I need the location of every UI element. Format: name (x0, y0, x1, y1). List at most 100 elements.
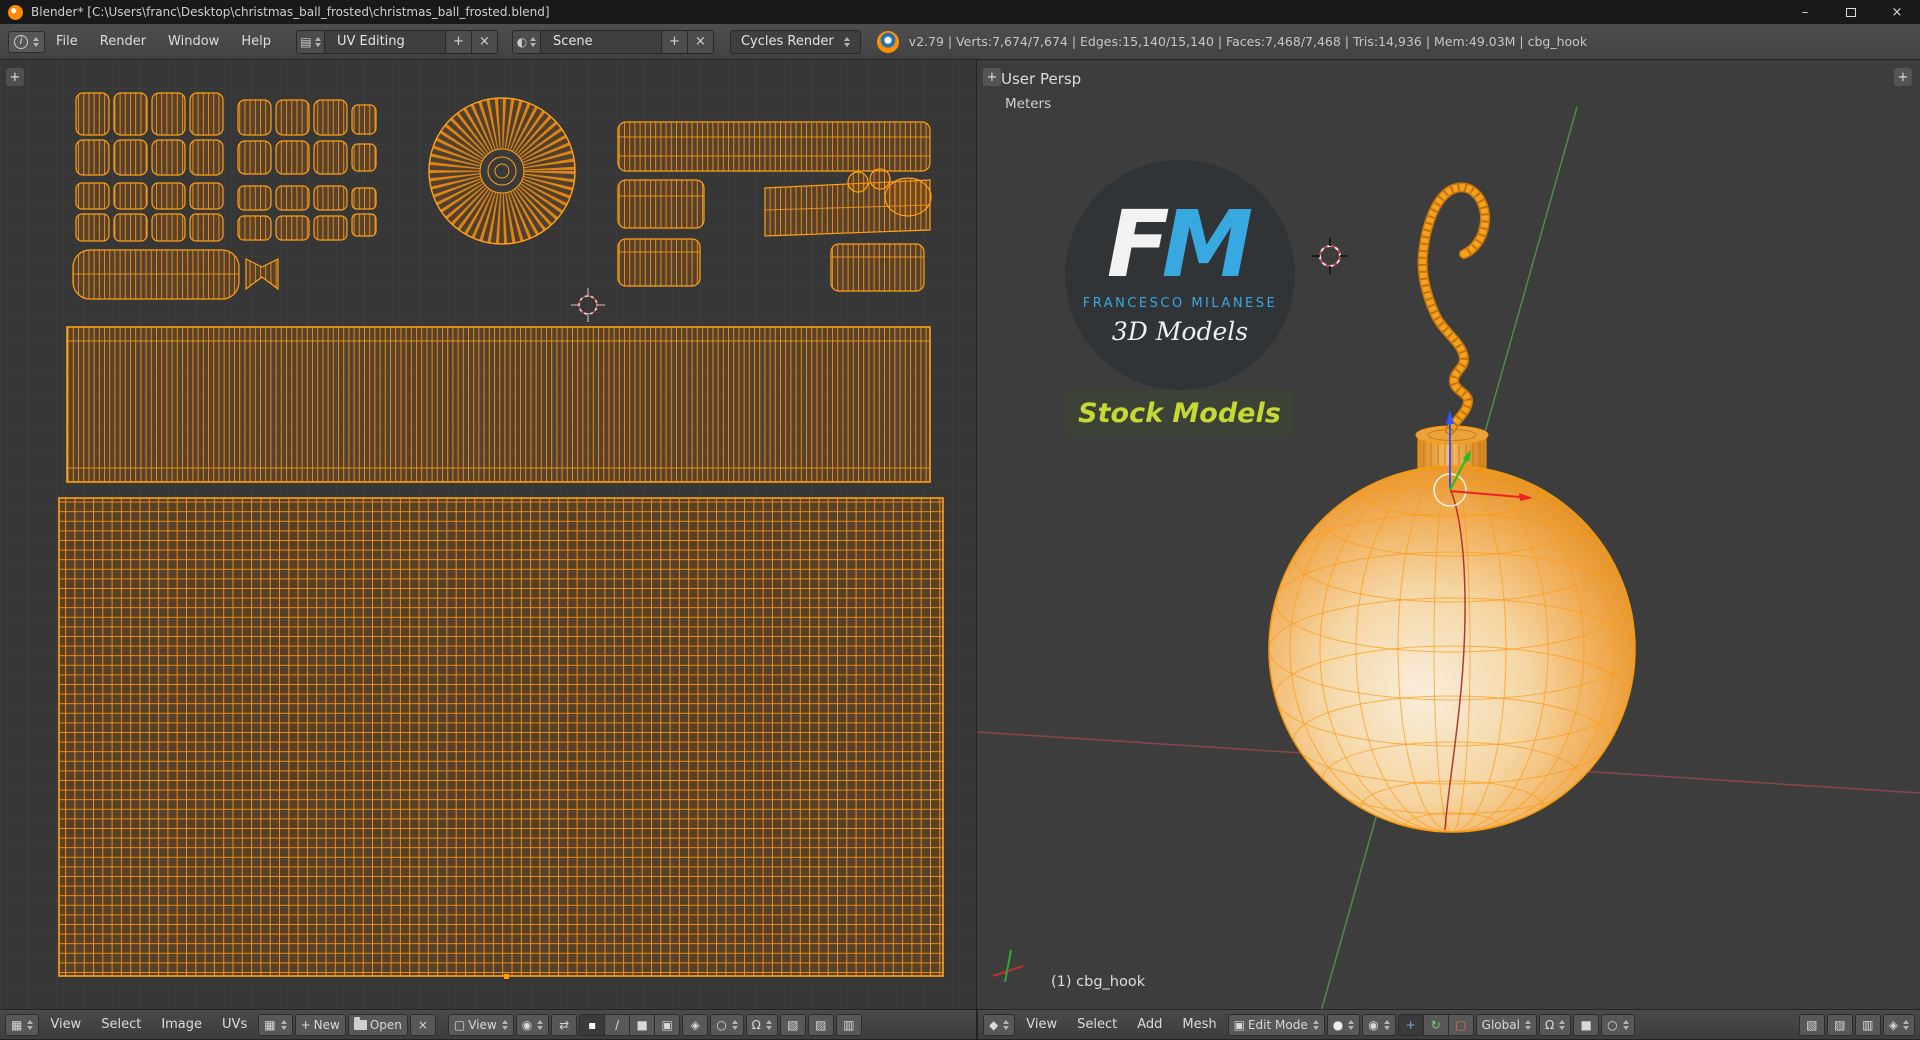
cursor-3d (1312, 238, 1348, 274)
snap-element-icon: ■ (1580, 1017, 1592, 1032)
uv-pivot-select[interactable]: ◉ (515, 1013, 550, 1036)
maximize-icon (1846, 7, 1856, 17)
pivot-point-select[interactable]: ◉ (1362, 1013, 1396, 1036)
region-expand-button[interactable]: + (983, 68, 1001, 86)
image-datablock-button[interactable]: ▦ (258, 1013, 293, 1036)
uv-select-edge-button[interactable]: ∕ (604, 1013, 631, 1036)
stepper-icon (315, 37, 321, 47)
scene-browse-icon[interactable]: ◐ (512, 30, 541, 53)
stereo-3d-icon: ▥ (1862, 1017, 1874, 1032)
pixel-snap-icon: ▨ (815, 1017, 827, 1032)
uv-menu-uvs[interactable]: UVs (213, 1010, 256, 1040)
uv-editor-type-button[interactable]: ▦ (5, 1013, 40, 1036)
vertex-icon: ▪ (588, 1017, 597, 1032)
v3d-menu-add[interactable]: Add (1128, 1010, 1171, 1040)
layout-grid-icon: ▤ (300, 34, 312, 49)
uv-pixel-snap-button[interactable]: ▨ (807, 1013, 834, 1036)
menu-render[interactable]: Render (89, 24, 157, 60)
stepper-icon (537, 1020, 543, 1030)
uv-draw-type-button[interactable]: ▧ (779, 1013, 806, 1036)
rotate-icon: ↻ (1430, 1017, 1441, 1032)
new-image-button[interactable]: + New (294, 1013, 346, 1036)
translate-icon: + (1405, 1017, 1416, 1032)
snap-toggle-button[interactable]: Ω (1538, 1013, 1572, 1036)
add-layout-button[interactable]: + (444, 30, 471, 53)
blender-logo-icon (876, 30, 899, 53)
menu-help[interactable]: Help (230, 24, 282, 60)
fm-logo-letters: F M (1107, 190, 1254, 298)
screen-layout-icon[interactable]: ▤ (296, 30, 325, 53)
manipulator-scale-button[interactable]: ▢ (1447, 1013, 1474, 1036)
uv-mode-select[interactable]: ▢ View (447, 1013, 514, 1036)
shading-sphere-icon: ● (1332, 1017, 1344, 1032)
stepper-icon (1384, 1020, 1390, 1030)
v3d-menu-select[interactable]: Select (1068, 1010, 1126, 1040)
v3d-menu-mesh[interactable]: Mesh (1173, 1010, 1225, 1040)
info-header: i File Render Window Help ▤ UV Editing +… (0, 24, 1920, 60)
uv-menu-view[interactable]: View (41, 1010, 90, 1040)
opengl-render-button[interactable]: ▧ (1798, 1013, 1825, 1036)
manipulator-rotate-button[interactable]: ↻ (1422, 1013, 1449, 1036)
render-engine-select[interactable]: Cycles Render (729, 29, 861, 54)
uv-select-island-button[interactable]: ▣ (654, 1013, 681, 1036)
viewport-3d-pane: .lat,.lon{fill:none;stroke:rgba(255,154,… (977, 60, 1920, 1009)
screen-layout-name[interactable]: UV Editing (325, 34, 445, 49)
uv-snap-select[interactable]: Ω (745, 1013, 778, 1036)
manipulator-translate-button[interactable]: + (1397, 1013, 1424, 1036)
stepper-icon (33, 37, 39, 47)
stepper-icon (530, 37, 536, 47)
window-controls: – × (1782, 0, 1920, 24)
view3d-editor-icon: ◆ (989, 1017, 999, 1032)
viewport-3d-header: ◆ View Select Add Mesh ▣ Edit Mode ● ◉ + … (977, 1009, 1920, 1039)
plus-icon: + (300, 1017, 311, 1032)
menu-file[interactable]: File (45, 24, 89, 60)
uv-select-face-button[interactable]: ■ (629, 1013, 656, 1036)
proportional-edit-select[interactable]: ○ (1601, 1013, 1635, 1036)
delete-layout-button[interactable]: × (470, 30, 497, 53)
uv-select-vertex-button[interactable]: ▪ (579, 1013, 606, 1036)
stereo-3d-button[interactable]: ▥ (1854, 1013, 1881, 1036)
viewport-object-info: (1) cbg_hook (1051, 974, 1146, 990)
stepper-icon (732, 1020, 738, 1030)
edit-mode-icon: ▣ (1233, 1017, 1245, 1032)
region-expand-button[interactable]: + (1894, 68, 1912, 86)
image-editor-icon: ▦ (11, 1017, 23, 1032)
open-image-button[interactable]: Open (347, 1013, 408, 1036)
uv-proportional-edit-select[interactable]: ○ (710, 1013, 744, 1036)
uv-render-slot-button[interactable]: ▥ (835, 1013, 862, 1036)
magnet-snap-icon: Ω (1544, 1017, 1555, 1032)
scene-name[interactable]: Scene (541, 34, 661, 49)
unlink-image-button[interactable]: × (409, 1013, 436, 1036)
viewport-shading-select[interactable]: ● (1326, 1013, 1361, 1036)
uv-sync-selection-toggle[interactable]: ⇄ (551, 1013, 578, 1036)
snap-element-select[interactable]: ■ (1573, 1013, 1600, 1036)
maximize-button[interactable] (1828, 0, 1874, 24)
info-editor-type-button[interactable]: i (8, 30, 45, 53)
folder-icon (353, 1016, 367, 1030)
v3d-menu-view[interactable]: View (1017, 1010, 1066, 1040)
add-scene-button[interactable]: + (660, 30, 687, 53)
minimize-button[interactable]: – (1782, 0, 1828, 24)
uv-sticky-select-button[interactable]: ◈ (682, 1013, 709, 1036)
blender-app-icon (8, 4, 23, 20)
transform-orientation-select[interactable]: Global (1475, 1013, 1537, 1036)
proportional-icon: ○ (716, 1017, 727, 1032)
uv-menu-select[interactable]: Select (92, 1010, 150, 1040)
view3d-editor-type-button[interactable]: ◆ (983, 1013, 1016, 1036)
region-expand-button[interactable]: + (6, 68, 24, 86)
delete-scene-button[interactable]: × (686, 30, 713, 53)
opengl-animation-button[interactable]: ▨ (1826, 1013, 1853, 1036)
magnet-snap-icon: Ω (751, 1017, 761, 1032)
uv-menu-image[interactable]: Image (152, 1010, 211, 1040)
orientation-label: Global (1481, 1017, 1520, 1032)
interaction-mode-label: Edit Mode (1247, 1017, 1308, 1032)
viewport-extra-button[interactable]: ◈ (1882, 1013, 1915, 1036)
menu-window[interactable]: Window (157, 24, 230, 60)
open-image-label: Open (369, 1017, 402, 1032)
fm-letter-m: M (1161, 190, 1254, 298)
interaction-mode-select[interactable]: ▣ Edit Mode (1227, 1013, 1325, 1036)
window-title: Blender* [C:\Users\franc\Desktop\christm… (31, 5, 550, 19)
fm-author-name: FRANCESCO MILANESE (1082, 296, 1278, 312)
uv-canvas[interactable]: .isl{fill:url(#vl5);stroke:#ffa114;strok… (0, 60, 976, 1009)
close-button[interactable]: × (1874, 0, 1920, 24)
